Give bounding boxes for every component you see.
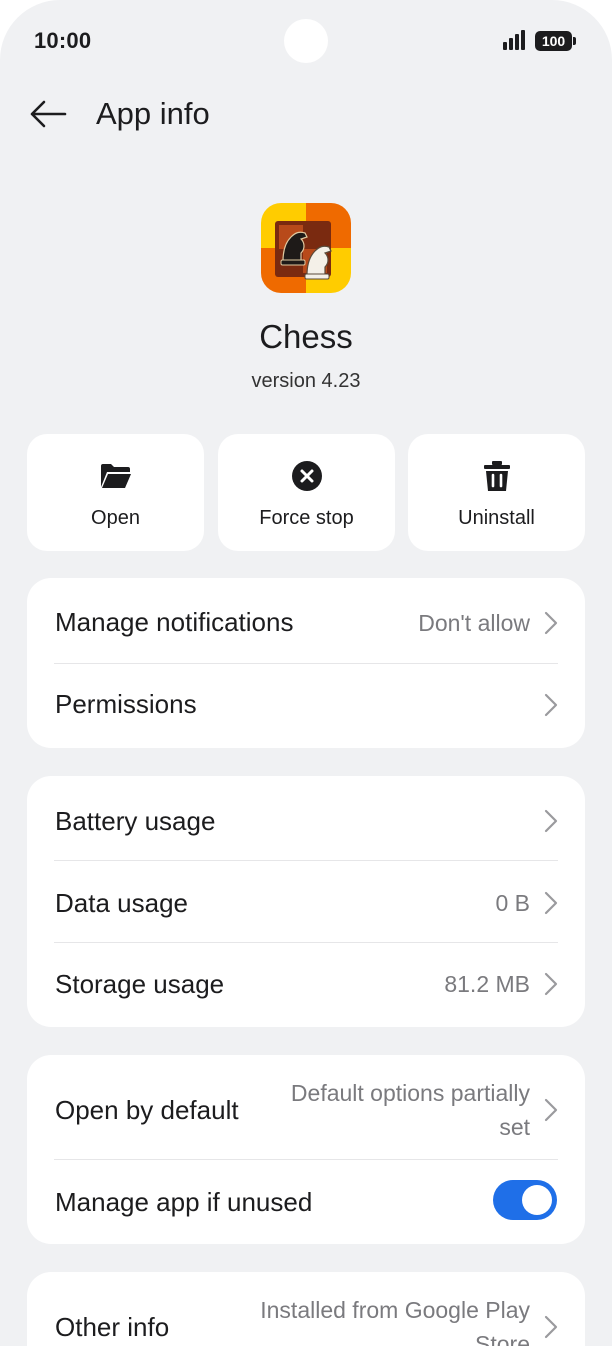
other-info-title: Other info (55, 1312, 170, 1342)
app-info-screen: 10:00 100 App info Chess version 4.23 Op… (0, 0, 612, 1346)
status-bar: 10:00 100 (0, 0, 612, 82)
close-circle-icon (291, 461, 322, 491)
chevron-right-icon (544, 809, 558, 833)
open-by-default-title: Open by default (55, 1095, 239, 1125)
defaults-card: Open by default Default options partiall… (27, 1055, 585, 1244)
manage-notifications-value: Don't allow (418, 610, 530, 636)
page-title: App info (96, 96, 210, 131)
chevron-right-icon (544, 972, 558, 996)
camera-cutout (284, 19, 328, 63)
manage-notifications-row[interactable]: Manage notifications Don't allow (27, 578, 585, 663)
battery-usage-title: Battery usage (55, 806, 216, 836)
back-button[interactable] (20, 88, 76, 140)
chevron-right-icon (544, 693, 558, 717)
trash-icon (483, 461, 510, 491)
folder-open-icon (100, 464, 131, 488)
data-usage-value: 0 B (495, 890, 530, 916)
chevron-right-icon (544, 1098, 558, 1122)
storage-usage-value: 81.2 MB (444, 971, 530, 997)
permissions-row[interactable]: Permissions (27, 664, 585, 748)
uninstall-label: Uninstall (458, 507, 535, 529)
storage-usage-row[interactable]: Storage usage 81.2 MB (27, 943, 585, 1027)
open-label: Open (91, 507, 140, 529)
open-button[interactable]: Open (27, 434, 204, 551)
other-info-value: Installed from Google Play Store (260, 1293, 530, 1346)
uninstall-button[interactable]: Uninstall (408, 434, 585, 551)
notifications-card: Manage notifications Don't allow Permiss… (27, 578, 585, 748)
top-app-bar: App info (0, 82, 612, 146)
storage-usage-title: Storage usage (55, 969, 225, 999)
app-version: version 4.23 (251, 370, 361, 392)
open-by-default-value: Default options partially set (291, 1076, 530, 1144)
app-icon (261, 203, 351, 293)
force-stop-label: Force stop (259, 507, 354, 529)
manage-if-unused-row[interactable]: Manage app if unused (27, 1160, 585, 1244)
app-name: Chess (259, 318, 353, 355)
toggle-knob (522, 1185, 552, 1215)
status-time: 10:00 (34, 28, 92, 53)
chevron-right-icon (544, 611, 558, 635)
usage-card: Battery usage Data usage 0 B Storage usa… (27, 776, 585, 1027)
other-info-row[interactable]: Other info Installed from Google Play St… (27, 1272, 585, 1346)
chevron-right-icon (544, 1315, 558, 1339)
data-usage-title: Data usage (55, 888, 188, 918)
open-by-default-row[interactable]: Open by default Default options partiall… (27, 1055, 585, 1159)
other-info-value-line2: Store (475, 1331, 530, 1346)
manage-notifications-title: Manage notifications (55, 607, 294, 637)
manage-if-unused-toggle[interactable] (493, 1180, 557, 1220)
arrow-left-icon (30, 100, 67, 128)
force-stop-button[interactable]: Force stop (218, 434, 395, 551)
other-info-card: Other info Installed from Google Play St… (27, 1272, 585, 1346)
permissions-title: Permissions (55, 689, 197, 719)
open-by-default-value-line2: set (499, 1114, 530, 1140)
battery-usage-row[interactable]: Battery usage (27, 776, 585, 860)
chevron-right-icon (544, 891, 558, 915)
manage-if-unused-title: Manage app if unused (55, 1187, 313, 1217)
battery-icon: 100 (535, 31, 576, 51)
data-usage-row[interactable]: Data usage 0 B (27, 861, 585, 942)
signal-icon (503, 30, 527, 50)
open-by-default-value-line1: Default options partially (290, 1080, 530, 1106)
chess-app-logo (261, 203, 351, 293)
other-info-value-line1: Installed from Google Play (260, 1297, 530, 1323)
